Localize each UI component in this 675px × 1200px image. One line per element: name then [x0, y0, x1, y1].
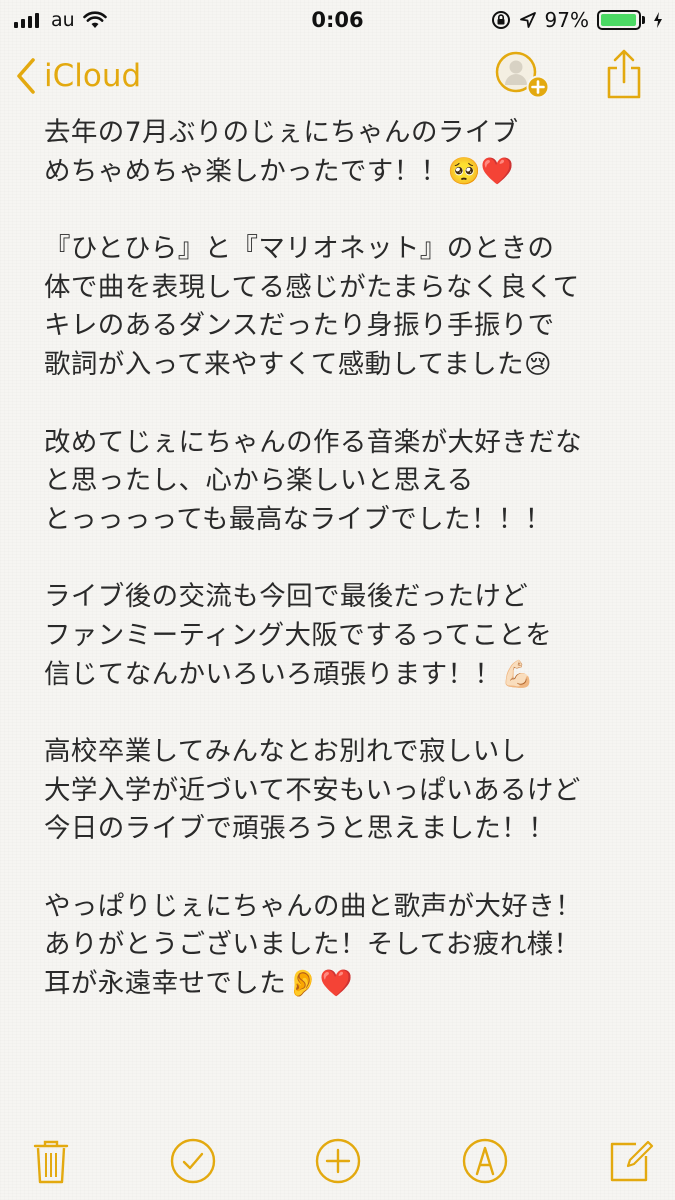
checklist-icon	[170, 1138, 216, 1184]
note-body[interactable]: 去年の7月ぶりのじぇにちゃんのライブ めちゃめちゃ楽しかったです！！🥺❤️ 『ひとひ…	[44, 114, 644, 1122]
note-line: 大学入学が近づいて不安もいっぱいあるけど	[44, 774, 581, 806]
note-line: 歌詞が入って来やすくて感動してました😢	[44, 349, 552, 381]
orientation-lock-icon	[491, 11, 510, 29]
charging-icon	[654, 12, 662, 28]
note-line: ファンミーティング大阪でするってことを	[44, 619, 553, 651]
markup-button[interactable]	[460, 1136, 510, 1186]
share-icon	[607, 49, 641, 99]
note-blank-line	[44, 849, 644, 888]
note-blank-line	[44, 385, 644, 424]
note-line: 高校卒業してみんなとお別れで寂しいし	[44, 736, 527, 767]
signal-icon	[14, 12, 39, 28]
note-blank-line	[44, 191, 644, 230]
add-button[interactable]	[313, 1136, 363, 1186]
note-line: と思ったし、心から楽しいと思える	[44, 465, 474, 497]
note-line: 改めてじぇにちゃんの作る音楽が大好きだな	[44, 426, 582, 458]
note-line: 耳が永遠幸せでした👂❤️	[44, 968, 353, 1000]
note-blank-line	[44, 540, 644, 579]
note-line: めちゃめちゃ楽しかったです！！🥺❤️	[44, 155, 515, 187]
compose-icon	[610, 1140, 654, 1182]
note-line: とっっっっても最高なライブでした！！！	[44, 503, 552, 535]
delete-button[interactable]	[26, 1136, 76, 1186]
note-line: 今日のライブで頑張ろうと思えました！！	[44, 813, 556, 845]
markup-icon	[462, 1138, 508, 1184]
battery-icon	[597, 10, 645, 30]
battery-percent: 97%	[544, 8, 589, 32]
location-icon	[519, 12, 536, 28]
note-line: ありがとうございました！そしてお疲れ様！	[44, 929, 581, 961]
status-right: 97%	[491, 8, 675, 32]
back-button[interactable]: iCloud	[16, 52, 141, 100]
note-line: キレのあるダンスだったり身振り手振りで	[44, 310, 555, 342]
note-line: 去年の7月ぶりのじぇにちゃんのライブ	[44, 117, 519, 148]
note-line: 体で曲を表現してる感じがたまらなく良くて	[44, 271, 580, 303]
wifi-icon	[82, 11, 107, 28]
add-icon	[315, 1138, 361, 1184]
status-bar: au 0:06 97%	[0, 0, 675, 40]
note-line: ライブ後の交流も今回で最後だったけど	[44, 581, 529, 613]
note-line: 信じてなんかいろいろ頑張ります！！💪🏻	[44, 658, 535, 690]
checklist-button[interactable]	[168, 1136, 218, 1186]
nav-bar: iCloud	[0, 44, 675, 108]
note-line: やっぱりじぇにちゃんの曲と歌声が大好き！	[44, 890, 582, 922]
compose-button[interactable]	[606, 1136, 656, 1186]
carrier-label: au	[51, 9, 75, 31]
back-label: iCloud	[44, 58, 142, 94]
add-person-button[interactable]	[494, 50, 556, 100]
status-left: au	[0, 9, 107, 31]
trash-icon	[33, 1140, 69, 1184]
chevron-left-icon	[17, 58, 35, 94]
bottom-toolbar	[0, 1128, 675, 1192]
note-line: 『ひとひら』と『マリオネット』のときの	[44, 233, 555, 265]
note-blank-line	[44, 694, 644, 733]
share-button[interactable]	[604, 48, 644, 100]
add-person-icon	[495, 51, 550, 99]
